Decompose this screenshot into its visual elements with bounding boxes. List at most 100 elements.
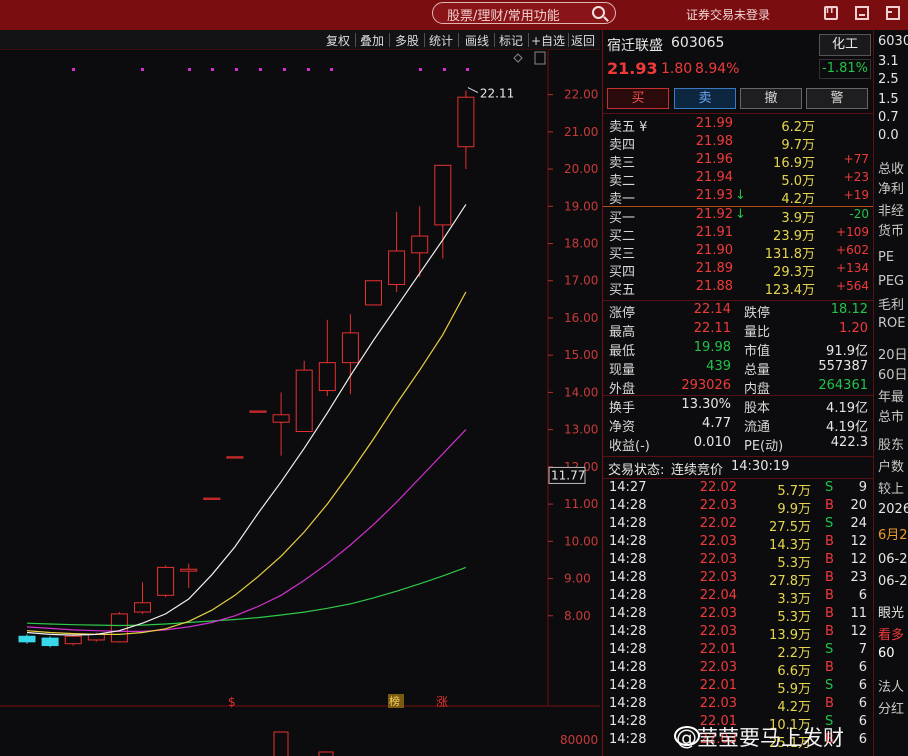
- tick-side: B: [825, 552, 834, 567]
- toolbar-mark-button[interactable]: 标记: [499, 32, 523, 49]
- candle-body: [18, 635, 36, 643]
- tick-price: 22.03: [699, 624, 737, 639]
- tick-row[interactable]: 14:28 22.03 5.3万 B 12: [603, 552, 869, 571]
- stat-label: 市值: [744, 344, 771, 359]
- tick-count: 6: [858, 678, 867, 693]
- y-tick-label: 15.00: [564, 348, 598, 362]
- restore-icon[interactable]: [886, 6, 900, 20]
- tick-row[interactable]: 14:28 22.04 3.3万 B 6: [603, 588, 869, 607]
- event-marker: 榜: [389, 694, 400, 708]
- search-box[interactable]: 股票/理财/常用功能: [432, 2, 616, 24]
- kline-svg[interactable]: 22.00 21.00 20.00 19.00 18.00 17.00 16.00 15.00…: [0, 50, 600, 756]
- minimize-icon[interactable]: [855, 6, 869, 20]
- tick-row[interactable]: 14:28 22.03 6.6万 B 6: [603, 660, 869, 679]
- side-info-text: 0.7: [878, 110, 899, 125]
- ask-volume: 16.9万: [773, 156, 815, 171]
- buy-button[interactable]: 买: [607, 88, 669, 109]
- bid-row[interactable]: 买四 21.89 29.3万 +134: [603, 261, 869, 280]
- side-info-text: 年最: [878, 390, 905, 405]
- toolbar-draw-button[interactable]: 画线: [465, 32, 489, 49]
- info-icon[interactable]: [824, 6, 838, 20]
- sell-button[interactable]: 卖: [674, 88, 736, 109]
- candle-body: [134, 602, 151, 613]
- ask-row[interactable]: 卖二 21.94 5.0万 +23: [603, 170, 869, 189]
- toolbar-overlay-button[interactable]: 叠加: [360, 32, 384, 49]
- tick-price: 22.03: [699, 534, 737, 549]
- bid-row[interactable]: 买二 21.91 23.9万 +109: [603, 225, 869, 244]
- tick-volume: 9.9万: [777, 502, 811, 517]
- ask-label: 卖二: [609, 174, 636, 189]
- side-info-text: 较上: [878, 482, 905, 497]
- ask-row[interactable]: 卖五 ¥ 21.99 6.2万: [603, 116, 869, 135]
- candle-body: [411, 235, 429, 254]
- y-tick-label: 16.00: [564, 311, 598, 325]
- bid-row[interactable]: 买一 21.92 ↓ 3.9万 -20: [603, 207, 869, 226]
- chart-toolbar: 复权 叠加 多股 统计 画线 标记 +自选 返回: [0, 30, 600, 50]
- tick-row[interactable]: 14:28 22.03 27.8万 B 23: [603, 570, 869, 589]
- login-status[interactable]: 证券交易未登录: [686, 6, 770, 23]
- cancel-order-button[interactable]: 撤: [740, 88, 802, 109]
- tick-row[interactable]: 14:28 22.01 2.2万 S 7: [603, 642, 869, 661]
- toolbar-back-button[interactable]: 返回: [571, 32, 595, 49]
- ask-delta: +77: [843, 152, 869, 166]
- tick-row[interactable]: 14:28 22.03 13.9万 B 12: [603, 624, 869, 643]
- side-info-text: 06-2: [878, 574, 908, 589]
- tick-volume: 27.5万: [769, 520, 811, 535]
- tick-price: 22.02: [699, 516, 737, 531]
- tick-row[interactable]: 14:28 22.03 4.2万 B 6: [603, 696, 869, 715]
- candle-body: [87, 633, 105, 641]
- side-info-text: 户数: [878, 460, 905, 475]
- ask-label: 卖一: [609, 192, 636, 207]
- candle-body: [64, 635, 82, 645]
- bid-row[interactable]: 买三 21.90 131.8万 +602: [603, 243, 869, 262]
- tick-time: 14:28: [609, 588, 647, 603]
- industry-button[interactable]: 化工: [819, 34, 871, 56]
- search-icon[interactable]: [592, 6, 605, 19]
- tick-row[interactable]: 14:28 22.02 27.5万 S 24: [603, 516, 869, 535]
- stat-label: 最低: [609, 344, 636, 359]
- tick-time: 14:28: [609, 552, 647, 567]
- ask-row[interactable]: 卖一 21.93 ↓ 4.2万 +19: [603, 188, 869, 207]
- bid-price: 21.91: [695, 225, 733, 240]
- tick-count: 6: [858, 660, 867, 675]
- stat-label: 量比: [744, 325, 771, 340]
- y-tick-label: 13.00: [564, 423, 598, 437]
- max-pointer: [467, 87, 479, 93]
- toolbar-fuquan-button[interactable]: 复权: [326, 32, 350, 49]
- toolbar-stats-button[interactable]: 统计: [429, 32, 453, 49]
- stat-label: 涨停: [609, 306, 636, 321]
- top-bar: 股票/理财/常用功能 证券交易未登录: [0, 0, 908, 30]
- bid-price: 21.92: [695, 207, 733, 222]
- kline-chart[interactable]: 22.00 21.00 20.00 19.00 18.00 17.00 16.00 15.00…: [0, 50, 600, 756]
- search-input[interactable]: 股票/理财/常用功能: [447, 5, 560, 24]
- tick-row[interactable]: 14:27 22.02 5.7万 S 9: [603, 480, 869, 499]
- toolbar-add-watchlist-button[interactable]: +自选: [531, 32, 565, 49]
- ask-row[interactable]: 卖四 21.98 9.7万: [603, 134, 869, 153]
- stat-value: 91.9亿: [826, 344, 868, 359]
- y-tick-label: 20.00: [564, 162, 598, 176]
- stat-row: 最低 19.98 市值 91.9亿: [603, 340, 869, 359]
- tick-side: B: [825, 696, 834, 711]
- alert-button[interactable]: 警: [806, 88, 868, 109]
- stat-label: 现量: [609, 363, 636, 378]
- stock-name: 宿迁联盛: [607, 38, 663, 54]
- side-info-text: 分红: [878, 702, 905, 717]
- tick-side: B: [825, 660, 834, 675]
- toolbar-multi-stock-button[interactable]: 多股: [395, 32, 419, 49]
- tick-volume: 14.3万: [769, 538, 811, 553]
- signal-dot: [235, 68, 238, 71]
- tick-row[interactable]: 14:28 22.01 5.9万 S 6: [603, 678, 869, 697]
- candle-body: [41, 637, 59, 647]
- bid-row[interactable]: 买五 21.88 123.4万 +564: [603, 279, 869, 298]
- tick-row[interactable]: 14:28 22.03 9.9万 B 20: [603, 498, 869, 517]
- tick-volume: 5.3万: [777, 610, 811, 625]
- stat-label: PE(动): [744, 439, 784, 454]
- ask-row[interactable]: 卖三 21.96 16.9万 +77: [603, 152, 869, 171]
- ask-label: 卖四: [609, 138, 636, 153]
- tick-time: 14:27: [609, 480, 647, 495]
- tick-row[interactable]: 14:28 22.03 14.3万 B 12: [603, 534, 869, 553]
- candle-body: [388, 250, 406, 285]
- stat-value: 0.010: [693, 435, 731, 450]
- tick-row[interactable]: 14:28 22.03 5.3万 B 11: [603, 606, 869, 625]
- bid-volume: 131.8万: [764, 247, 815, 262]
